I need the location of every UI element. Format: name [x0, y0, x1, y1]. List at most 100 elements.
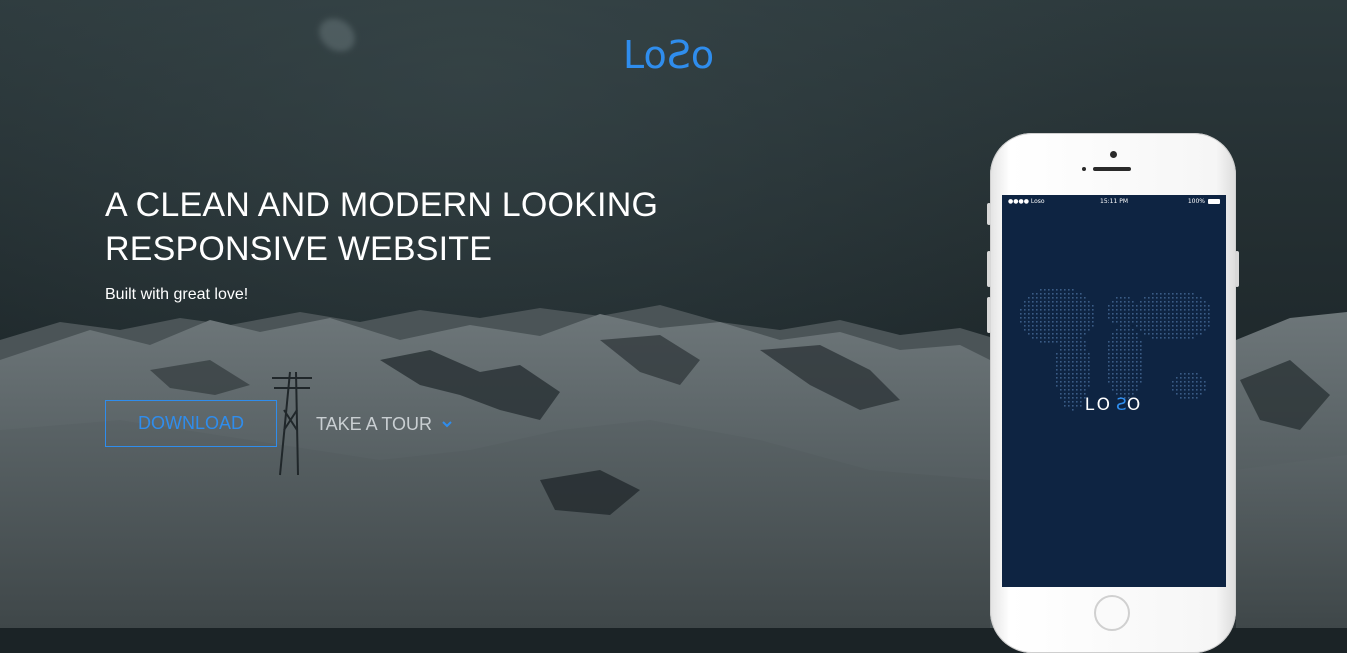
map-dot — [1192, 389, 1194, 391]
map-dot — [1020, 321, 1022, 323]
map-dot — [1080, 321, 1082, 323]
map-dot — [1064, 289, 1066, 291]
map-dot — [1148, 309, 1150, 311]
map-dot — [1116, 337, 1118, 339]
map-dot — [1208, 321, 1210, 323]
site-logo[interactable]: LoSo — [623, 33, 714, 77]
map-dot — [1060, 381, 1062, 383]
take-a-tour-button[interactable]: TAKE A TOUR — [316, 411, 454, 437]
map-dot — [1188, 321, 1190, 323]
map-dot — [1128, 341, 1130, 343]
map-dot — [1116, 377, 1118, 379]
map-dot — [1196, 333, 1198, 335]
map-dot — [1168, 305, 1170, 307]
map-dot — [1188, 373, 1190, 375]
map-dot — [1052, 321, 1054, 323]
map-dot — [1140, 345, 1142, 347]
map-dot — [1112, 353, 1114, 355]
map-dot — [1120, 301, 1122, 303]
map-dot — [1180, 329, 1182, 331]
map-dot — [1060, 325, 1062, 327]
map-dot — [1068, 381, 1070, 383]
map-dot — [1124, 325, 1126, 327]
map-dot — [1188, 377, 1190, 379]
map-dot — [1164, 321, 1166, 323]
map-dot — [1120, 317, 1122, 319]
map-dot — [1056, 337, 1058, 339]
map-dot — [1044, 289, 1046, 291]
map-dot — [1136, 309, 1138, 311]
map-dot — [1072, 361, 1074, 363]
map-dot — [1180, 301, 1182, 303]
map-dot — [1112, 337, 1114, 339]
map-dot — [1168, 297, 1170, 299]
map-dot — [1048, 341, 1050, 343]
map-dot — [1064, 385, 1066, 387]
map-dot — [1140, 373, 1142, 375]
map-dot — [1076, 305, 1078, 307]
map-dot — [1192, 313, 1194, 315]
map-dot — [1136, 305, 1138, 307]
map-dot — [1152, 321, 1154, 323]
map-dot — [1140, 313, 1142, 315]
map-dot — [1112, 381, 1114, 383]
map-dot — [1068, 301, 1070, 303]
map-dot — [1024, 309, 1026, 311]
map-dot — [1076, 293, 1078, 295]
map-dot — [1108, 341, 1110, 343]
map-dot — [1040, 301, 1042, 303]
map-dot — [1032, 309, 1034, 311]
map-dot — [1128, 297, 1130, 299]
map-dot — [1164, 329, 1166, 331]
map-dot — [1092, 313, 1094, 315]
map-dot — [1080, 353, 1082, 355]
map-dot — [1080, 309, 1082, 311]
map-dot — [1120, 305, 1122, 307]
map-dot — [1132, 385, 1134, 387]
map-dot — [1072, 301, 1074, 303]
map-dot — [1052, 317, 1054, 319]
map-dot — [1132, 377, 1134, 379]
map-dot — [1160, 321, 1162, 323]
map-dot — [1048, 309, 1050, 311]
map-dot — [1056, 325, 1058, 327]
map-dot — [1132, 381, 1134, 383]
map-dot — [1056, 305, 1058, 307]
map-dot — [1192, 337, 1194, 339]
map-dot — [1084, 345, 1086, 347]
map-dot — [1072, 389, 1074, 391]
map-dot — [1132, 317, 1134, 319]
map-dot — [1044, 293, 1046, 295]
map-dot — [1072, 337, 1074, 339]
map-dot — [1072, 317, 1074, 319]
map-dot — [1140, 321, 1142, 323]
map-dot — [1092, 309, 1094, 311]
map-dot — [1028, 309, 1030, 311]
map-dot — [1076, 329, 1078, 331]
map-dot — [1120, 341, 1122, 343]
map-dot — [1108, 349, 1110, 351]
map-dot — [1120, 297, 1122, 299]
map-dot — [1060, 301, 1062, 303]
map-dot — [1160, 305, 1162, 307]
download-button[interactable]: DOWNLOAD — [105, 400, 277, 447]
map-dot — [1024, 329, 1026, 331]
map-dot — [1056, 301, 1058, 303]
map-dot — [1064, 337, 1066, 339]
map-dot — [1140, 301, 1142, 303]
map-dot — [1060, 333, 1062, 335]
map-dot — [1040, 313, 1042, 315]
map-dot — [1144, 325, 1146, 327]
map-dot — [1152, 325, 1154, 327]
map-dot — [1108, 357, 1110, 359]
map-dot — [1124, 353, 1126, 355]
map-dot — [1116, 301, 1118, 303]
map-dot — [1032, 321, 1034, 323]
map-dot — [1060, 361, 1062, 363]
map-dot — [1160, 337, 1162, 339]
map-dot — [1176, 325, 1178, 327]
map-dot — [1124, 313, 1126, 315]
map-dot — [1140, 353, 1142, 355]
map-dot — [1088, 309, 1090, 311]
map-dot — [1080, 389, 1082, 391]
